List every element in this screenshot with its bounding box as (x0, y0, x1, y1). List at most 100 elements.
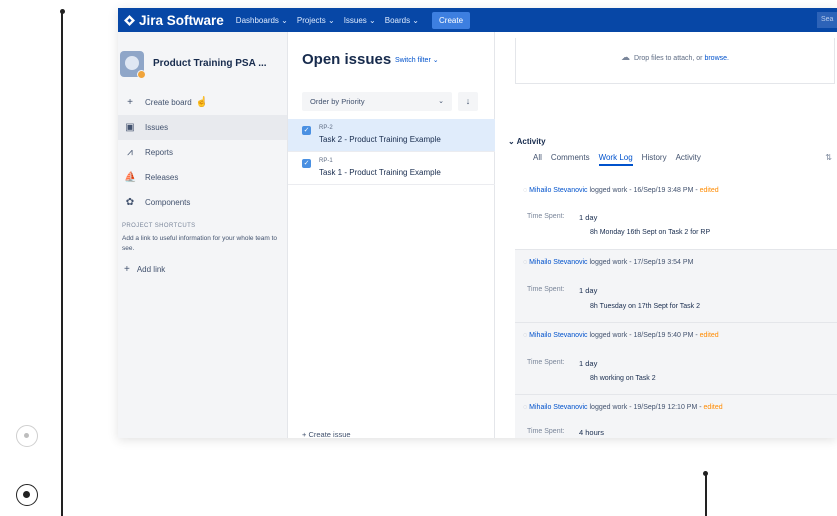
nav-issues[interactable]: Issues ⌄ (344, 16, 376, 25)
timeline-line-right (705, 474, 707, 516)
issue-summary: Task 1 - Product Training Example (319, 168, 441, 177)
nav-boards[interactable]: Boards ⌄ (385, 16, 419, 25)
app-name: Jira Software (139, 12, 224, 28)
project-avatar (120, 50, 146, 79)
activity-heading[interactable]: ⌄ Activity (508, 137, 546, 146)
slide-nav-dot-inactive[interactable] (16, 425, 38, 447)
order-by-select[interactable]: Order by Priority ⌄ (302, 92, 452, 111)
issues-icon: ▣ (125, 122, 135, 133)
worklog-action: logged work - 18/Sep/19 5:40 PM - (589, 332, 698, 339)
slide-nav-dot-active[interactable] (16, 484, 38, 506)
create-button[interactable]: Create (432, 11, 471, 29)
user-avatar-icon: ◌ (523, 259, 528, 266)
sidebar-item-components[interactable]: ✿ Components (118, 190, 287, 215)
add-link-button[interactable]: + Add link (118, 254, 287, 275)
sidebar-item-label: Issues (145, 123, 169, 132)
tab-history[interactable]: History (642, 153, 667, 166)
issue-detail-panel: ☁ Drop files to attach, or browse. ⌄ Acti… (496, 32, 837, 438)
jira-diamond-icon (124, 14, 135, 26)
task-type-icon: ✓ (302, 159, 311, 168)
sidebar-item-issues[interactable]: ▣ Issues (118, 115, 287, 140)
plus-icon: + (124, 264, 130, 275)
nav-dashboards[interactable]: Dashboards ⌄ (236, 16, 288, 25)
time-spent-value: 1 day (579, 359, 598, 368)
issue-row[interactable]: ✓ RP-1 Task 1 - Product Training Example (288, 152, 495, 185)
worklog-entry: ◌ Mihailo Stevanovic logged work - 19/Sep… (515, 395, 837, 438)
activity-tabs: All Comments Work Log History Activity (533, 153, 710, 166)
issue-key: RP-1 (319, 158, 333, 164)
sidebar-item-reports[interactable]: ⩘ Reports (118, 140, 287, 165)
worklog-action: logged work - 16/Sep/19 3:48 PM - (589, 187, 698, 194)
tab-comments[interactable]: Comments (551, 153, 590, 166)
page-title: Open issues (302, 51, 392, 68)
order-by-value: Order by Priority (310, 97, 365, 106)
time-spent-label: Time Spent: (527, 286, 565, 293)
worklog-user[interactable]: Mihailo Stevanovic (529, 404, 587, 411)
sidebar-item-releases[interactable]: ⛵ Releases (118, 165, 287, 190)
jira-screenshot: Jira Software Dashboards ⌄ Projects ⌄ Is… (118, 8, 837, 438)
sidebar-item-label: Releases (145, 173, 179, 182)
time-spent-value: 1 day (579, 213, 598, 222)
activity-title: Activity (516, 137, 546, 146)
create-board-button[interactable]: + Create board ☝ (118, 90, 287, 115)
project-header[interactable]: Product Training PSA ... (118, 32, 287, 84)
worklog-entry: ◌ Mihailo Stevanovic logged work - 16/Sep… (515, 178, 837, 250)
worklog-user[interactable]: Mihailo Stevanovic (529, 332, 587, 339)
worklog-header: ◌ Mihailo Stevanovic logged work - 18/Sep… (523, 332, 719, 339)
project-sidebar: Product Training PSA ... + Create board … (118, 32, 288, 438)
upload-cloud-icon: ☁ (621, 52, 631, 62)
top-navigation: Jira Software Dashboards ⌄ Projects ⌄ Is… (118, 8, 837, 32)
worklog-user[interactable]: Mihailo Stevanovic (529, 187, 587, 194)
time-spent-label: Time Spent: (527, 359, 565, 366)
slide: Jira Software Dashboards ⌄ Projects ⌄ Is… (0, 0, 837, 516)
sort-direction-button[interactable]: ↓ (458, 92, 478, 111)
task-type-icon: ✓ (302, 126, 311, 135)
worklog-user[interactable]: Mihailo Stevanovic (529, 259, 587, 266)
tab-activity[interactable]: Activity (676, 153, 701, 166)
worklog-comment: 8h Monday 16th Sept on Task 2 for RP (590, 229, 711, 236)
sidebar-item-label: Reports (145, 148, 174, 157)
attachment-dropzone[interactable]: ☁ Drop files to attach, or browse. (515, 38, 835, 84)
tab-all[interactable]: All (533, 153, 542, 166)
reports-icon: ⩘ (127, 147, 133, 158)
tab-work-log[interactable]: Work Log (598, 153, 633, 166)
arrow-down-icon: ↓ (465, 96, 471, 106)
worklog-header: ◌ Mihailo Stevanovic logged work - 19/Sep… (523, 404, 723, 411)
worklog-header: ◌ Mihailo Stevanovic logged work - 17/Sep… (523, 259, 693, 266)
releases-icon: ⛵ (124, 172, 137, 183)
worklog-header: ◌ Mihailo Stevanovic logged work - 16/Sep… (523, 187, 719, 194)
shortcuts-heading: PROJECT SHORTCUTS (122, 223, 196, 229)
time-spent-label: Time Spent: (527, 213, 565, 220)
chevron-down-icon: ⌄ (438, 98, 444, 105)
time-spent-value: 1 day (579, 286, 598, 295)
user-avatar-icon: ◌ (523, 404, 528, 411)
worklog-entry: ◌ Mihailo Stevanovic logged work - 17/Sep… (515, 250, 837, 323)
plus-icon: + (127, 97, 133, 108)
sidebar-item-label: Components (145, 198, 191, 207)
search-input[interactable]: Sea (817, 12, 837, 28)
shortcuts-note: Add a link to useful information for you… (122, 235, 277, 252)
issue-row[interactable]: ✓ RP-2 Task 2 - Product Training Example (288, 119, 495, 152)
time-spent-label: Time Spent: (527, 428, 565, 435)
create-issue-button[interactable]: + Create issue (302, 430, 351, 438)
issue-summary: Task 2 - Product Training Example (319, 135, 441, 144)
nav-projects[interactable]: Projects ⌄ (297, 16, 335, 25)
browse-link[interactable]: browse. (704, 55, 729, 62)
user-avatar-icon: ◌ (523, 332, 528, 339)
worklog-action: logged work - 17/Sep/19 3:54 PM (589, 259, 694, 266)
jira-logo[interactable]: Jira Software (124, 13, 224, 28)
worklog-comment: 8h working on Task 2 (590, 375, 656, 382)
create-board-label: Create board (145, 98, 192, 107)
worklog-entry: ◌ Mihailo Stevanovic logged work - 18/Sep… (515, 323, 837, 395)
sort-order-icon[interactable]: ⇅ (825, 153, 832, 162)
components-icon: ✿ (125, 197, 135, 208)
switch-filter-button[interactable]: Switch filter ⌄ (395, 56, 439, 64)
worklog-action: logged work - 19/Sep/19 12:10 PM - (589, 404, 702, 411)
add-link-label: Add link (136, 265, 166, 274)
edited-label: edited (699, 332, 719, 339)
collapse-chevron-icon: ⌄ (508, 137, 515, 146)
issue-list-panel: Open issues Switch filter ⌄ Order by Pri… (288, 32, 495, 438)
user-avatar-icon: ◌ (523, 187, 528, 194)
drop-text: Drop files to attach, or (634, 55, 703, 62)
edited-label: edited (703, 404, 723, 411)
